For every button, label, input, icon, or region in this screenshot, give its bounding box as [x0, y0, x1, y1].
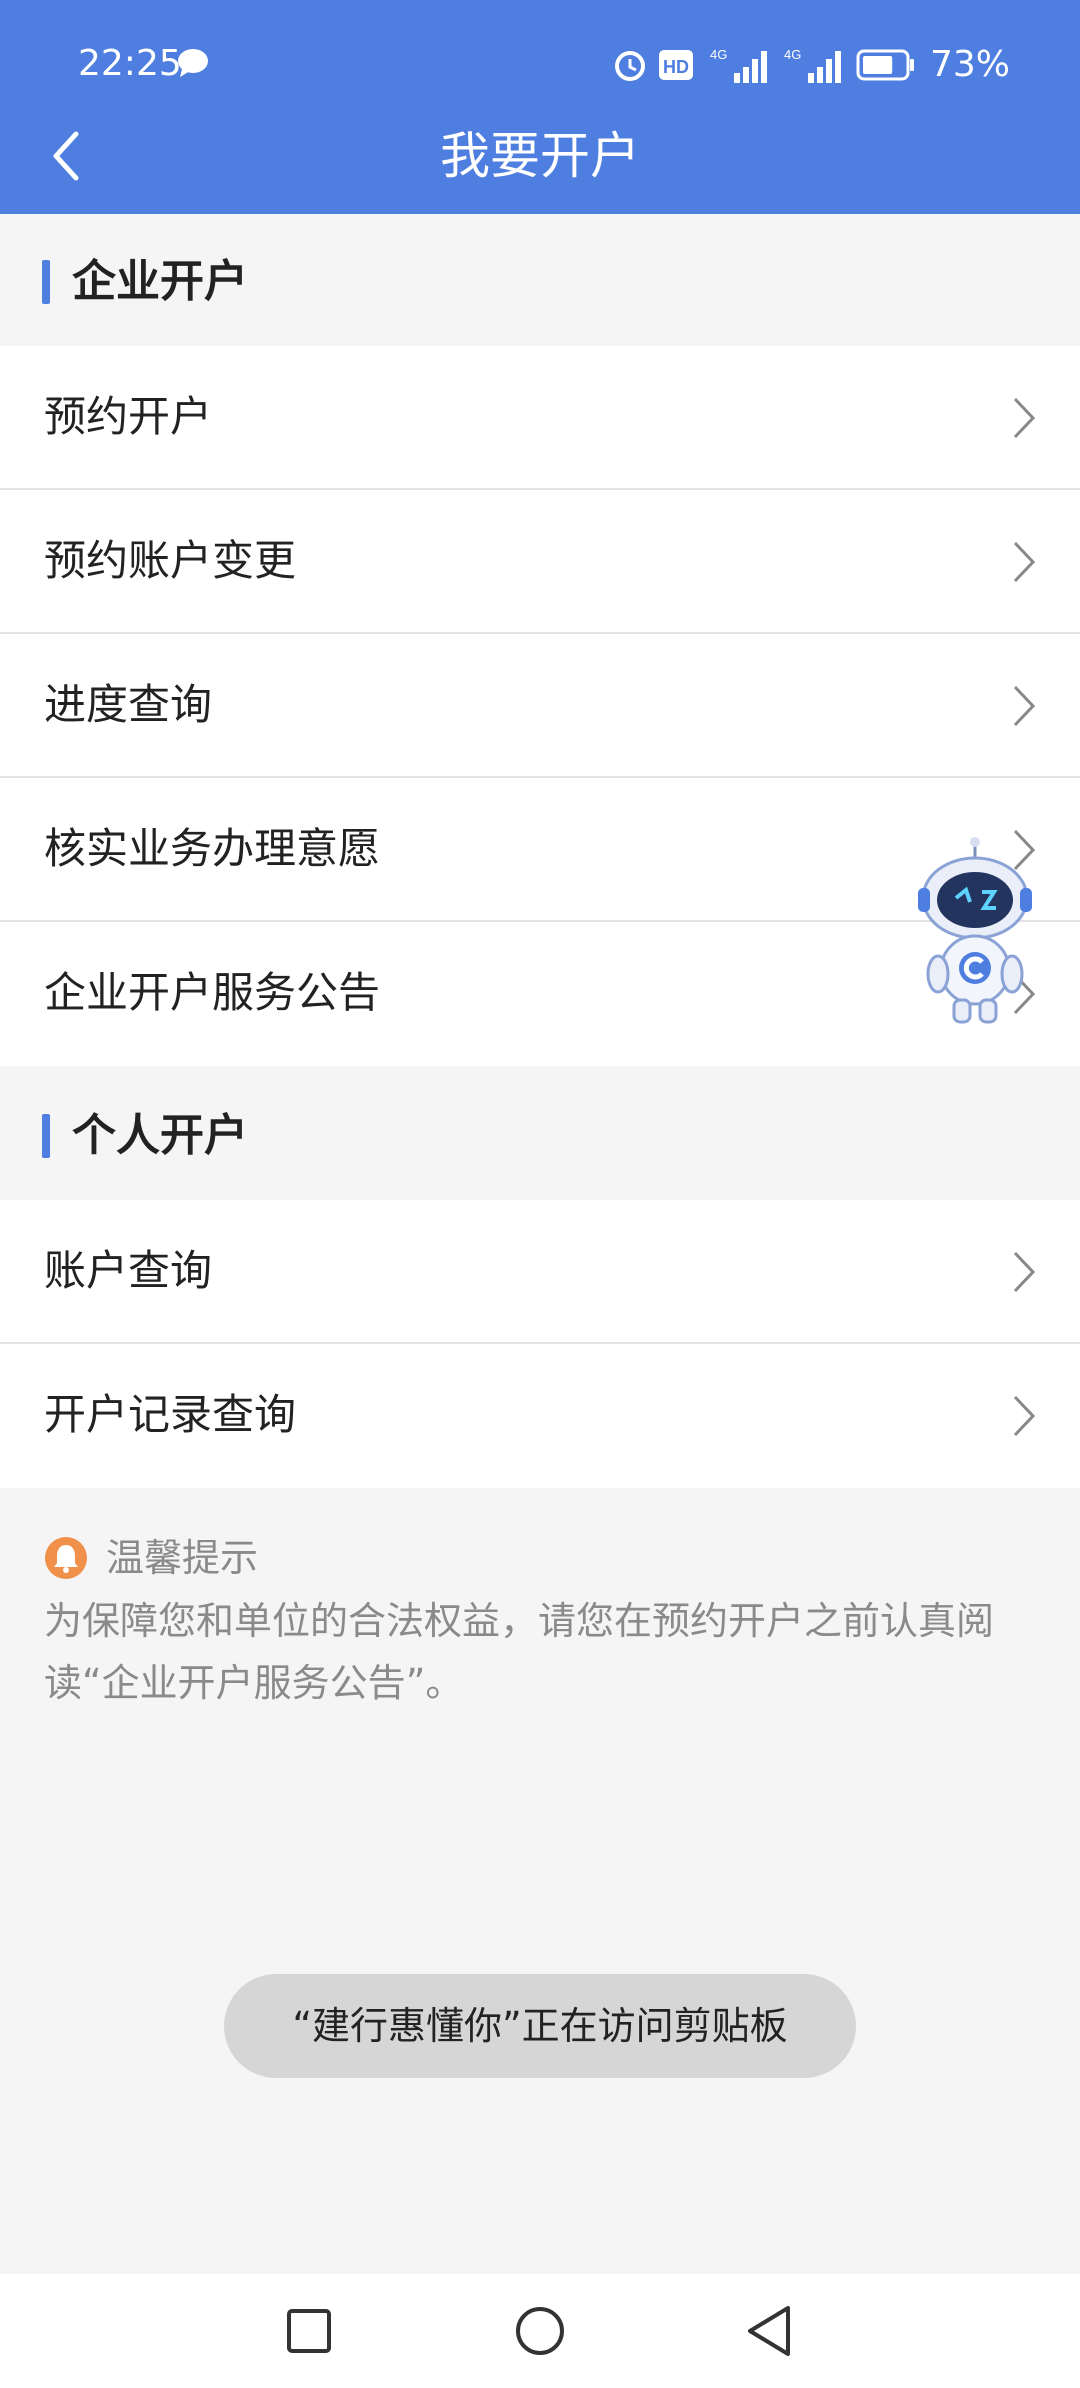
signal-icon: 4G	[710, 47, 767, 83]
personal-menu: 账户查询 开户记录查询	[0, 1200, 1080, 1488]
status-bar: 22:25 HD 4G 4G 73%	[0, 0, 1080, 130]
app-header: 22:25 HD 4G 4G 73% 我要开户	[0, 0, 1080, 214]
home-icon	[516, 2307, 564, 2355]
page-title: 我要开户	[440, 127, 640, 185]
alarm-icon	[614, 51, 645, 81]
svg-text:HD: HD	[663, 57, 689, 77]
chevron-right-icon	[1013, 1251, 1036, 1293]
status-time: 22:25	[78, 43, 182, 84]
menu-item-label: 预约开户	[44, 392, 213, 441]
battery-percent: 73%	[929, 44, 1010, 85]
menu-item-label: 企业开户服务公告	[44, 968, 381, 1017]
tips-panel: 温馨提示 为保障您和单位的合法权益，请您在预约开户之前认真阅读“企业开户服务公告…	[44, 1530, 1044, 1714]
message-icon	[178, 49, 208, 77]
tips-title: 温馨提示	[106, 1536, 259, 1580]
svg-text:4G: 4G	[784, 47, 801, 62]
recent-apps-button[interactable]	[274, 2296, 344, 2366]
section-title: 个人开户	[72, 1110, 248, 1161]
chevron-right-icon	[1013, 685, 1036, 727]
back-icon	[748, 2306, 790, 2356]
menu-item-label: 账户查询	[44, 1246, 213, 1295]
menu-item-record-query[interactable]: 开户记录查询	[0, 1344, 1080, 1488]
bell-icon	[45, 1537, 87, 1579]
assistant-robot-icon[interactable]	[910, 836, 1040, 1026]
menu-item-account-query[interactable]: 账户查询	[0, 1200, 1080, 1344]
chevron-right-icon	[1013, 1395, 1036, 1437]
menu-item-progress-query[interactable]: 进度查询	[0, 634, 1080, 778]
tips-text: 为保障您和单位的合法权益，请您在预约开户之前认真阅读“企业开户服务公告”。	[44, 1599, 995, 1705]
section-title: 企业开户	[72, 256, 248, 307]
menu-item-book-account-change[interactable]: 预约账户变更	[0, 490, 1080, 634]
menu-item-label: 核实业务办理意愿	[44, 824, 381, 873]
signal-icon: 4G	[784, 47, 841, 83]
section-header-personal: 个人开户	[0, 1068, 1080, 1200]
home-button[interactable]	[505, 2296, 575, 2366]
section-header-enterprise: 企业开户	[0, 214, 1080, 346]
system-back-button[interactable]	[734, 2296, 804, 2366]
menu-item-label: 开户记录查询	[44, 1390, 297, 1439]
section-accent-bar	[42, 1114, 50, 1158]
menu-item-label: 进度查询	[44, 680, 213, 729]
section-accent-bar	[42, 260, 50, 304]
hd-icon: HD	[658, 50, 693, 80]
menu-item-label: 预约账户变更	[44, 536, 297, 585]
menu-item-book-account[interactable]: 预约开户	[0, 346, 1080, 490]
svg-text:4G: 4G	[710, 47, 727, 62]
chevron-right-icon	[1013, 397, 1036, 439]
clipboard-toast: “建行惠懂你”正在访问剪贴板	[224, 1974, 856, 2078]
navigation-bar	[0, 2274, 1080, 2388]
recent-apps-icon	[287, 2309, 331, 2353]
status-icons: HD 4G 4G 73%	[612, 40, 1010, 90]
chevron-right-icon	[1013, 541, 1036, 583]
battery-icon	[856, 49, 914, 81]
tips-header: 温馨提示	[44, 1530, 1044, 1586]
